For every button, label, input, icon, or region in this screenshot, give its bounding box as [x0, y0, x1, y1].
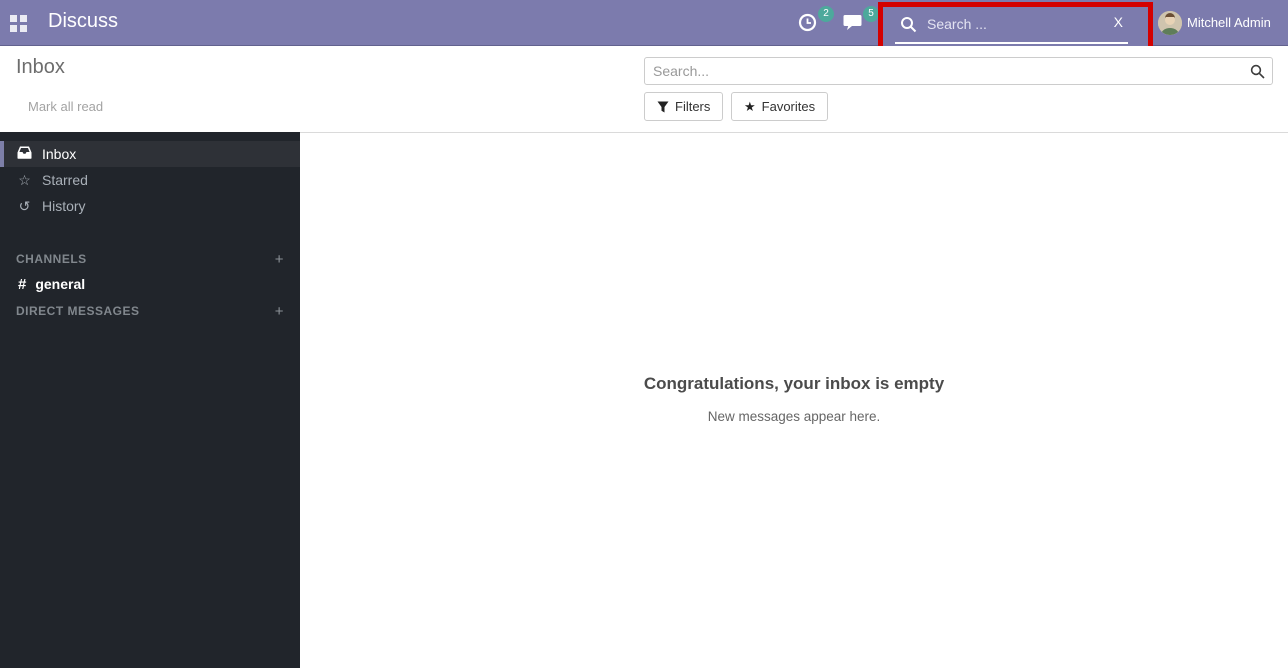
favorites-button[interactable]: ★ Favorites: [731, 92, 828, 121]
avatar-image: [1158, 11, 1182, 35]
app-title[interactable]: Discuss: [48, 10, 118, 33]
channels-header-label: CHANNELS: [16, 252, 87, 266]
control-panel: Inbox Mark all read Filters ★ Favorites: [0, 46, 1288, 132]
filter-funnel-icon: [657, 101, 669, 113]
search-underline: [895, 42, 1128, 44]
channel-label: general: [35, 276, 85, 292]
add-dm-icon[interactable]: +: [275, 303, 284, 320]
apps-menu-icon[interactable]: [10, 15, 27, 32]
systray-search[interactable]: X: [883, 7, 1148, 47]
inbox-icon: [16, 146, 33, 162]
activity-count-badge: 2: [818, 6, 834, 22]
systray-search-input[interactable]: [927, 11, 1077, 37]
star-icon: ☆: [16, 172, 33, 189]
sidebar-item-label: Inbox: [42, 146, 76, 162]
discuss-sidebar: Inbox ☆ Starred ↺ History CHANNELS + # g…: [0, 132, 300, 668]
content-area: Congratulations, your inbox is empty New…: [300, 132, 1288, 668]
activity-menu-button[interactable]: 2: [798, 9, 828, 37]
sidebar-channel-general[interactable]: # general: [0, 271, 300, 297]
mark-all-read-button[interactable]: Mark all read: [28, 99, 103, 114]
breadcrumb: Inbox: [16, 56, 65, 79]
empty-state: Congratulations, your inbox is empty New…: [300, 133, 1288, 424]
main-row: Inbox ☆ Starred ↺ History CHANNELS + # g…: [0, 132, 1288, 668]
add-channel-icon[interactable]: +: [275, 251, 284, 268]
close-search-icon[interactable]: X: [1114, 14, 1123, 30]
chat-bubble-icon: [843, 13, 862, 31]
search-icon[interactable]: [1250, 64, 1265, 79]
avatar[interactable]: [1158, 11, 1182, 35]
history-icon: ↺: [16, 198, 33, 215]
hash-icon: #: [18, 276, 26, 293]
dm-header-label: DIRECT MESSAGES: [16, 304, 140, 318]
user-menu[interactable]: Mitchell Admin: [1187, 15, 1271, 30]
sidebar-item-label: Starred: [42, 172, 88, 188]
search-icon: [900, 16, 917, 33]
favorites-label: Favorites: [762, 99, 815, 114]
filters-label: Filters: [675, 99, 710, 114]
top-navbar: Discuss 2 5 X Mitc: [0, 0, 1288, 46]
channels-section-header: CHANNELS +: [0, 247, 300, 271]
messages-count-badge: 5: [863, 6, 879, 22]
search-box[interactable]: [644, 57, 1273, 85]
sidebar-item-starred[interactable]: ☆ Starred: [0, 167, 300, 193]
activity-clock-icon: [798, 13, 817, 32]
star-icon: ★: [744, 99, 756, 115]
filters-button[interactable]: Filters: [644, 92, 723, 121]
dm-section-header: DIRECT MESSAGES +: [0, 299, 300, 323]
empty-state-subtitle: New messages appear here.: [300, 409, 1288, 424]
sidebar-item-label: History: [42, 198, 86, 214]
empty-state-title: Congratulations, your inbox is empty: [300, 374, 1288, 394]
search-input[interactable]: [645, 58, 1272, 84]
sidebar-item-inbox[interactable]: Inbox: [0, 141, 300, 167]
messages-menu-button[interactable]: 5: [843, 9, 873, 37]
sidebar-item-history[interactable]: ↺ History: [0, 193, 300, 219]
